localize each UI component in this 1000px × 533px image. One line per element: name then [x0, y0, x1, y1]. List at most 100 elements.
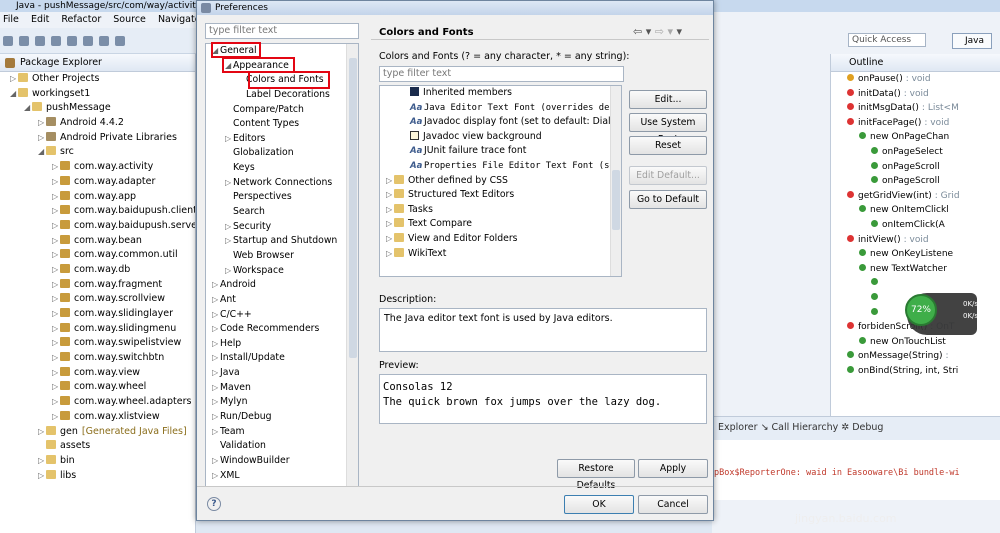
package-tree-row[interactable]: ▷ com.way.fragment — [0, 278, 195, 293]
pref-nav-item[interactable]: Search — [206, 205, 358, 220]
pref-nav-item[interactable]: ▷ WindowBuilder — [206, 454, 358, 469]
help-icon[interactable]: ? — [207, 497, 221, 511]
expand-toggle-icon[interactable]: ▷ — [386, 203, 394, 218]
expand-toggle-icon[interactable]: ▷ — [52, 410, 60, 425]
package-tree-row[interactable]: ▷ com.way.slidinglayer — [0, 307, 195, 322]
expand-toggle-icon[interactable]: ▷ — [212, 410, 220, 425]
edit-button[interactable]: Edit... — [629, 90, 707, 109]
pref-nav-item[interactable]: Globalization — [206, 146, 358, 161]
package-tree-row[interactable]: ▷ Other Projects — [0, 72, 195, 87]
expand-toggle-icon[interactable]: ▷ — [52, 307, 60, 322]
package-tree-row[interactable]: ▷ com.way.switchbtn — [0, 351, 195, 366]
colors-fonts-item[interactable]: ▷ Tasks — [380, 203, 621, 218]
run-icon[interactable] — [83, 36, 93, 46]
package-tree-row[interactable]: ▷ libs — [0, 469, 195, 484]
colors-fonts-item[interactable]: Aa Java Editor Text Font (overrides def — [380, 101, 621, 116]
apply-button[interactable]: Apply — [638, 459, 708, 478]
package-explorer-tab[interactable]: Package Explorer — [0, 54, 195, 72]
outline-row[interactable]: initView(): void — [831, 233, 1000, 248]
expand-toggle-icon[interactable]: ▷ — [386, 232, 394, 247]
pref-nav-item[interactable]: ▷ Team — [206, 425, 358, 440]
expand-toggle-icon[interactable]: ▷ — [52, 380, 60, 395]
package-tree-row[interactable]: ◢ pushMessage — [0, 101, 195, 116]
outline-row[interactable]: getGridView(int): Grid — [831, 189, 1000, 204]
expand-toggle-icon[interactable]: ▷ — [225, 176, 233, 191]
back-icon[interactable]: ⇦ ▾ — [633, 25, 651, 38]
outline-row[interactable]: onPageSelect — [831, 145, 1000, 160]
pref-nav-item[interactable]: Validation — [206, 439, 358, 454]
cancel-button[interactable]: Cancel — [638, 495, 708, 514]
pref-nav-item[interactable]: ▷ Workspace — [206, 264, 358, 279]
colors-fonts-item[interactable]: ▷ Structured Text Editors — [380, 188, 621, 203]
edit-default-button[interactable]: Edit Default... — [629, 166, 707, 185]
java-perspective-button[interactable]: Java — [952, 33, 992, 49]
package-tree-row[interactable]: ▷ com.way.xlistview — [0, 410, 195, 425]
outline-row[interactable]: new TextWatcher — [831, 262, 1000, 277]
expand-toggle-icon[interactable]: ▷ — [225, 264, 233, 279]
expand-toggle-icon[interactable]: ▷ — [225, 234, 233, 249]
outline-tab[interactable]: Outline — [831, 54, 1000, 72]
expand-toggle-icon[interactable]: ▷ — [212, 322, 220, 337]
package-tree-row[interactable]: ▷ Android Private Libraries — [0, 131, 195, 146]
new-icon[interactable] — [3, 36, 13, 46]
colors-fonts-item[interactable]: Aa JUnit failure trace font — [380, 144, 621, 159]
pref-nav-item[interactable]: ▷ Network Connections — [206, 176, 358, 191]
pref-nav-item[interactable]: Compare/Patch — [206, 103, 358, 118]
expand-toggle-icon[interactable]: ▷ — [38, 425, 46, 440]
expand-toggle-icon[interactable]: ▷ — [212, 308, 220, 323]
pref-nav-item[interactable]: ▷ Editors — [206, 132, 358, 147]
package-tree-row[interactable]: ◢ workingset1 — [0, 87, 195, 102]
expand-toggle-icon[interactable]: ▷ — [52, 292, 60, 307]
expand-toggle-icon[interactable]: ▷ — [212, 425, 220, 440]
expand-toggle-icon[interactable]: ▷ — [386, 247, 394, 262]
package-tree-row[interactable]: assets — [0, 439, 195, 454]
package-tree-row[interactable]: ▷ com.way.baidupush.server — [0, 219, 195, 234]
package-tree-row[interactable]: ▷ com.way.db — [0, 263, 195, 278]
use-system-font-button[interactable]: Use System Font — [629, 113, 707, 145]
pref-nav-item[interactable]: ▷ Mylyn — [206, 395, 358, 410]
outline-row[interactable]: new OnKeyListene — [831, 247, 1000, 262]
go-to-default-button[interactable]: Go to Default — [629, 190, 707, 209]
package-tree-row[interactable]: ▷ com.way.activity — [0, 160, 195, 175]
expand-toggle-icon[interactable]: ▷ — [212, 381, 220, 396]
pref-nav-item[interactable]: ▷ C/C++ — [206, 308, 358, 323]
expand-toggle-icon[interactable]: ▷ — [52, 395, 60, 410]
expand-toggle-icon[interactable]: ▷ — [52, 322, 60, 337]
pref-nav-item[interactable]: ▷ Help — [206, 337, 358, 352]
expand-toggle-icon[interactable]: ▷ — [38, 469, 46, 484]
pref-nav-item[interactable]: ▷ Security — [206, 220, 358, 235]
expand-toggle-icon[interactable]: ▷ — [225, 220, 233, 235]
expand-toggle-icon[interactable]: ▷ — [212, 454, 220, 469]
pref-nav-item[interactable]: ▷ Run/Debug — [206, 410, 358, 425]
colors-fonts-item[interactable]: Aa Properties File Editor Text Font (se — [380, 159, 621, 174]
expand-toggle-icon[interactable]: ▷ — [52, 190, 60, 205]
outline-row[interactable]: onPageScroll — [831, 160, 1000, 175]
outline-row[interactable] — [831, 276, 1000, 291]
save-icon[interactable] — [19, 36, 29, 46]
outline-row[interactable]: initFacePage(): void — [831, 116, 1000, 131]
pref-nav-item[interactable]: ▷ Java — [206, 366, 358, 381]
pref-nav-item[interactable]: ▷ Startup and Shutdown — [206, 234, 358, 249]
package-tree-row[interactable]: ▷ bin — [0, 454, 195, 469]
package-tree-row[interactable]: ▷ com.way.baidupush.client — [0, 204, 195, 219]
package-tree-row[interactable]: ▷ com.way.slidingmenu — [0, 322, 195, 337]
reset-button[interactable]: Reset — [629, 136, 707, 155]
expand-toggle-icon[interactable]: ▷ — [52, 278, 60, 293]
package-tree-row[interactable]: ▷ com.way.scrollview — [0, 292, 195, 307]
package-tree-row[interactable]: ▷ com.way.app — [0, 190, 195, 205]
print-icon[interactable] — [35, 36, 45, 46]
package-tree-row[interactable]: ▷ com.way.wheel.adapters — [0, 395, 195, 410]
build-icon[interactable] — [51, 36, 61, 46]
expand-toggle-icon[interactable]: ▷ — [212, 337, 220, 352]
nav-scroll-thumb[interactable] — [349, 58, 357, 358]
pref-nav-item[interactable]: ▷ Android — [206, 278, 358, 293]
expand-toggle-icon[interactable]: ▷ — [386, 188, 394, 203]
debug-icon[interactable] — [67, 36, 77, 46]
expand-toggle-icon[interactable]: ▷ — [386, 174, 394, 189]
expand-toggle-icon[interactable]: ▷ — [52, 234, 60, 249]
pref-nav-item[interactable]: ▷ Ant — [206, 293, 358, 308]
expand-toggle-icon[interactable]: ▷ — [212, 351, 220, 366]
outline-row[interactable]: new OnTouchList — [831, 335, 1000, 350]
outline-row[interactable]: onPageScroll — [831, 174, 1000, 189]
forward-icon[interactable]: ⇨ ▾ — [655, 25, 673, 38]
